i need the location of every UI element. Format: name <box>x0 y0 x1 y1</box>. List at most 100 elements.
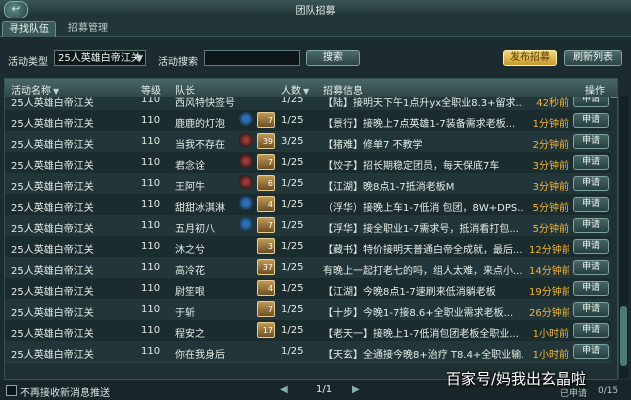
level: 110 <box>141 157 161 168</box>
post-time: 5分钟前 <box>532 203 569 214</box>
apply-button[interactable]: 申请 <box>573 323 609 338</box>
table-row[interactable]: 25人英雄白帝江关 110 王阿牛 6 1/25 【江湖】晚8点1-7抵消老板M 3分钟前申… <box>5 173 611 195</box>
header-activity[interactable]: 活动名称 ▼ <box>11 82 59 97</box>
recruit-info: （浮华）接晚上车1-7低消 包团，8W+DPS... <box>323 203 523 214</box>
scrollbar[interactable] <box>618 96 628 378</box>
title-bar: ↩ 团队招募 <box>0 0 631 19</box>
activity-name: 25人英雄白帝江关 <box>11 245 94 256</box>
table-row[interactable]: 25人英雄白帝江关 110 于斩 7 1/25 【十步】今晚1-7接8.6+全职业需求老板… <box>5 299 611 321</box>
search-input[interactable] <box>204 50 300 66</box>
table-row[interactable]: 25人英雄白帝江关 110 甜甜冰淇淋 4 1/25 （浮华）接晚上车1-7低消 包团，8… <box>5 194 611 216</box>
recruit-info: 【陆】接明天下午1点升yx全职业8.3+留求... <box>323 98 523 109</box>
leader-name: 鹿鹿的灯泡 <box>175 119 225 130</box>
fist-icon <box>239 196 253 210</box>
apply-button[interactable]: 申请 <box>573 176 609 191</box>
post-time: 5分钟前 <box>532 224 569 235</box>
leader-name: 当我不存在 <box>175 140 225 151</box>
activity-name: 25人英雄白帝江关 <box>11 350 94 361</box>
prev-page-icon[interactable]: ◀ <box>280 384 288 395</box>
table-row[interactable]: 25人英雄白帝江关 110 五月初八 7 1/25 【浮华】接全职业1-7需求号，抵消看打… <box>5 215 611 237</box>
apply-button[interactable]: 申请 <box>573 155 609 170</box>
team-level-badge: 6 <box>257 175 275 191</box>
leader-name: 程安之 <box>175 329 205 340</box>
post-time: 1小时前 <box>532 329 569 340</box>
post-time: 19分钟前 <box>529 287 569 298</box>
no-push-checkbox[interactable] <box>6 385 17 396</box>
member-count: 1/25 <box>281 199 304 210</box>
level: 110 <box>141 283 161 294</box>
team-level-badge: 7 <box>257 217 275 233</box>
member-count: 1/25 <box>281 178 304 189</box>
team-level-badge: 7 <box>257 301 275 317</box>
table-row[interactable]: 25人英雄白帝江关 110 高冷花 37 1/25 有晚上一起打老七的吗，组人太难，来点小… <box>5 257 611 279</box>
wing-icon <box>239 154 253 168</box>
table-header: 活动名称 ▼ 等级 队长 人数 ▼ 招募信息 操作 <box>5 79 617 98</box>
team-level-badge: 17 <box>257 322 275 338</box>
recruit-info: 有晚上一起打老七的吗，组人太难，来点小... <box>323 266 523 277</box>
leader-name: 王阿牛 <box>175 182 205 193</box>
table-row[interactable]: 25人英雄白帝江关 110 尉笙哏 4 1/25 【江湖】今晚8点1-7速刷来低消躺老板 1… <box>5 278 611 300</box>
chevron-down-icon: ▼ <box>136 54 143 64</box>
apply-button[interactable]: 申请 <box>573 97 609 107</box>
recruit-info: 【天玄】全通接今晚8+治疗 T8.4+全职业输... <box>323 350 523 361</box>
tab-bar: 寻找队伍 招募管理 <box>0 18 631 37</box>
member-count: 1/25 <box>281 262 304 273</box>
watermark-text: 百家号/妈我出玄晶啦 <box>446 370 587 388</box>
header-level[interactable]: 等级 <box>141 82 161 97</box>
apply-button[interactable]: 申请 <box>573 344 609 359</box>
member-count: 1/25 <box>281 97 304 105</box>
activity-name: 25人英雄白帝江关 <box>11 182 94 193</box>
activity-name: 25人英雄白帝江关 <box>11 329 94 340</box>
header-leader[interactable]: 队长 <box>175 82 195 97</box>
search-label: 活动搜索 <box>158 57 198 68</box>
apply-button[interactable]: 申请 <box>573 134 609 149</box>
no-push-label: 不再接收新消息推送 <box>20 388 110 399</box>
activity-name: 25人英雄白帝江关 <box>11 203 94 214</box>
wing-icon <box>239 133 253 147</box>
tab-find-team[interactable]: 寻找队伍 <box>2 21 56 37</box>
table-row[interactable]: 25人英雄白帝江关 110 君念诠 7 1/25 【饺子】招长期稳定团员，每天保底7车 3分… <box>5 152 611 174</box>
recruit-info: 【江湖】晚8点1-7抵消老板M <box>323 182 455 193</box>
table-row[interactable]: 25人英雄白帝江关 110 你在我身后 1/25 【天玄】全通接今晚8+治疗 T8.4+… <box>5 341 611 363</box>
apply-button[interactable]: 申请 <box>573 197 609 212</box>
header-info: 招募信息 <box>323 86 363 97</box>
header-count[interactable]: 人数 ▼ <box>281 82 309 97</box>
wing-icon <box>239 175 253 189</box>
publish-recruit-button[interactable]: 发布招募 <box>503 50 557 66</box>
apply-button[interactable]: 申请 <box>573 218 609 233</box>
applied-count: 0/15 <box>598 386 619 396</box>
activity-type-select[interactable]: 25人英雄白帝江关 ▼ <box>54 50 146 66</box>
apply-button[interactable]: 申请 <box>573 239 609 254</box>
member-count: 1/25 <box>281 241 304 252</box>
scroll-thumb[interactable] <box>620 306 627 366</box>
search-button[interactable]: 搜索 <box>306 50 360 66</box>
tab-recruit-manage[interactable]: 招募管理 <box>62 21 114 36</box>
level: 110 <box>141 178 161 189</box>
table-row[interactable]: 25人英雄白帝江关 110 当我不存在 39 3/25 【猪难】修单7 不教学 2分钟前 申请 <box>5 131 611 153</box>
team-level-badge: 3 <box>257 238 275 254</box>
table-row[interactable]: 25人英雄白帝江关 110 沐之兮 3 1/25 【藏书】特价接明天普通白帝全成就，最后.… <box>5 236 611 258</box>
team-level-badge: 4 <box>257 196 275 212</box>
recruit-info: 【景行】接晚上7点英雄1-7装备需求老板... <box>323 119 516 130</box>
refresh-list-button[interactable]: 刷新列表 <box>564 50 622 66</box>
post-time: 26分钟前 <box>529 308 569 319</box>
apply-button[interactable]: 申请 <box>573 260 609 275</box>
apply-button[interactable]: 申请 <box>573 113 609 128</box>
header-action: 操作 <box>585 86 605 97</box>
recruit-info: 【江湖】今晚8点1-7速刷来低消躺老板 <box>323 287 496 298</box>
table-row[interactable]: 25人英雄白帝江关 110 程安之 17 1/25 【老天一】接晚上1-7低消包团老板全职… <box>5 320 611 342</box>
member-count: 1/25 <box>281 346 304 357</box>
table-row[interactable]: 25人英雄白帝江关 110 西风特快签号 1/25 【陆】接明天下午1点升yx全职业8.… <box>5 97 611 111</box>
leader-name: 高冷花 <box>175 266 205 277</box>
next-page-icon[interactable]: ▶ <box>352 384 360 395</box>
activity-name: 25人英雄白帝江关 <box>11 119 94 130</box>
apply-button[interactable]: 申请 <box>573 302 609 317</box>
activity-name: 25人英雄白帝江关 <box>11 287 94 298</box>
fist-icon <box>239 217 253 231</box>
leader-name: 甜甜冰淇淋 <box>175 203 225 214</box>
post-time: 14分钟前 <box>529 266 569 277</box>
table-row[interactable]: 25人英雄白帝江关 110 鹿鹿的灯泡 7 1/25 【景行】接晚上7点英雄1-7装备需求… <box>5 110 611 132</box>
apply-button[interactable]: 申请 <box>573 281 609 296</box>
leader-name: 西风特快签号 <box>175 98 235 109</box>
member-count: 1/25 <box>281 283 304 294</box>
